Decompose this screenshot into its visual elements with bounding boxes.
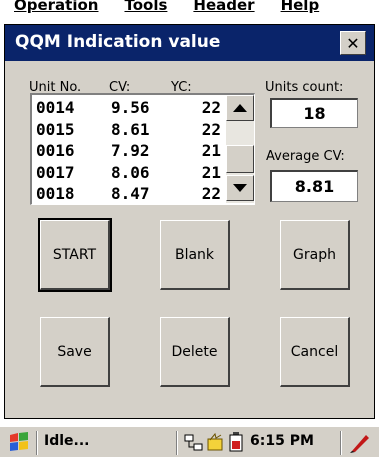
average-cv-label: Average CV: [266, 149, 345, 164]
cv-value: 8.61 [111, 119, 150, 139]
units-count-label: Units count: [265, 80, 344, 95]
arrow-up-icon [233, 104, 247, 112]
battery-icon[interactable] [228, 432, 244, 456]
network-icon[interactable] [184, 434, 204, 456]
arrow-down-icon [233, 184, 247, 192]
save-button[interactable]: Save [40, 317, 110, 387]
taskbar-separator [176, 431, 178, 455]
close-icon: ✕ [346, 33, 360, 53]
yc-value: 22 [201, 184, 221, 204]
close-button[interactable]: ✕ [340, 31, 366, 55]
menu-operation[interactable]: Operation [14, 0, 98, 14]
scroll-thumb[interactable] [226, 145, 254, 173]
units-listbox[interactable]: 0014 9.56 22 0015 8.61 22 0016 7.92 21 0… [30, 93, 255, 205]
menu-help[interactable]: Help [281, 0, 320, 14]
taskbar-separator [340, 431, 342, 455]
taskbar-separator [36, 431, 38, 455]
cv-value: 7.92 [111, 141, 150, 161]
cv-value: 8.06 [111, 162, 150, 182]
unit-no: 0016 [36, 141, 75, 161]
scroll-down-button[interactable] [226, 175, 254, 201]
yc-value: 21 [201, 141, 221, 161]
clock-time[interactable]: 6:15 PM [250, 433, 314, 449]
list-item[interactable]: 0016 7.92 21 [36, 140, 222, 162]
windows-flag-icon[interactable] [6, 432, 32, 456]
blank-button[interactable]: Blank [160, 220, 230, 290]
start-button[interactable]: START [38, 218, 112, 292]
unit-no: 0015 [36, 119, 75, 139]
dialog-titlebar: QQM Indication value ✕ [5, 25, 374, 61]
cv-value: 9.56 [111, 98, 150, 118]
pen-icon[interactable] [348, 431, 372, 457]
menu-header[interactable]: Header [193, 0, 254, 14]
status-text[interactable]: Idle... [44, 433, 89, 449]
units-count-value: 18 [270, 98, 358, 128]
unit-no: 0017 [36, 162, 75, 182]
list-item[interactable]: 0017 8.06 21 [36, 162, 222, 184]
list-item[interactable]: 0015 8.61 22 [36, 119, 222, 141]
average-cv-value: 8.81 [270, 170, 358, 202]
units-list: 0014 9.56 22 0015 8.61 22 0016 7.92 21 0… [36, 97, 222, 205]
menu-tools[interactable]: Tools [124, 0, 167, 14]
yc-value: 22 [201, 119, 221, 139]
graph-button[interactable]: Graph [280, 220, 350, 290]
unit-no: 0018 [36, 184, 75, 204]
yc-value: 21 [201, 162, 221, 182]
dialog-title: QQM Indication value [15, 32, 221, 52]
unit-no: 0014 [36, 98, 75, 118]
cancel-button[interactable]: Cancel [280, 317, 350, 387]
delete-button[interactable]: Delete [160, 317, 230, 387]
list-scrollbar[interactable] [226, 95, 254, 203]
cv-value: 8.47 [111, 184, 150, 204]
taskbar: Idle... 6:15 PM [0, 426, 379, 457]
scroll-up-button[interactable] [226, 95, 254, 121]
list-item[interactable]: 0014 9.56 22 [36, 97, 222, 119]
list-item[interactable]: 0018 8.47 22 [36, 183, 222, 205]
yc-value: 22 [201, 98, 221, 118]
battery-charging-icon[interactable] [206, 432, 226, 456]
